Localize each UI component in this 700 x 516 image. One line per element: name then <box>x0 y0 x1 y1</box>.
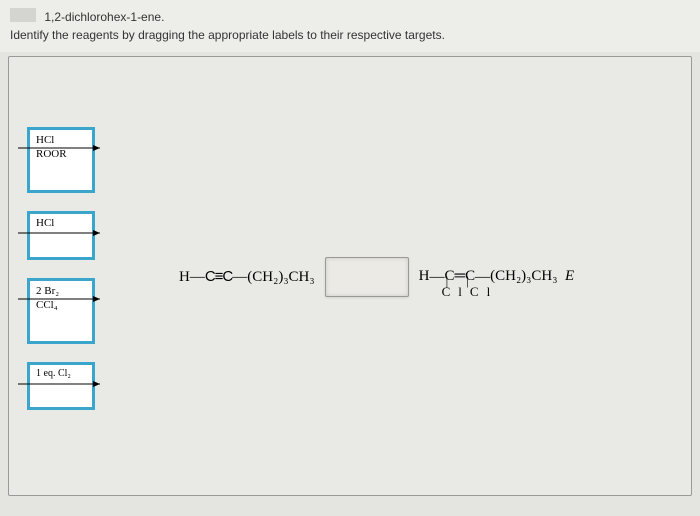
reagent-tile-hcl[interactable]: HCl <box>27 211 95 261</box>
product-formula: H—C═C—(CH₂)₃CH₃ E || ClCl <box>419 268 575 285</box>
reactant-formula: H—C≡C—(CH₂)₃CH₃ <box>179 268 315 286</box>
question-number-box <box>10 8 36 22</box>
arrow-icon <box>18 143 108 153</box>
instruction-text: Identify the reagents by dragging the ap… <box>10 28 445 42</box>
reagent-drop-target[interactable] <box>325 257 409 297</box>
main-panel: HCl ROOR HCl 2 Br₂ CCl₄ <box>8 56 692 496</box>
question-header: 1,2-dichlorohex-1-ene. Identify the reag… <box>0 0 700 52</box>
reagent-tile-hcl-roor[interactable]: HCl ROOR <box>27 127 95 193</box>
arrow-icon <box>18 294 108 304</box>
compound-name: 1,2-dichlorohex-1-ene. <box>44 10 164 24</box>
cl-substituents: ClCl <box>442 284 499 300</box>
reagent-palette: HCl ROOR HCl 2 Br₂ CCl₄ <box>27 127 107 428</box>
reagent-tile-1eq-cl2[interactable]: 1 eq. Cl₂ <box>27 362 95 411</box>
reagent-tile-2br2-ccl4[interactable]: 2 Br₂ CCl₄ <box>27 278 95 344</box>
reaction-scheme: H—C≡C—(CH₂)₃CH₃ H—C═C—(CH₂)₃CH₃ E || ClC… <box>179 257 691 297</box>
